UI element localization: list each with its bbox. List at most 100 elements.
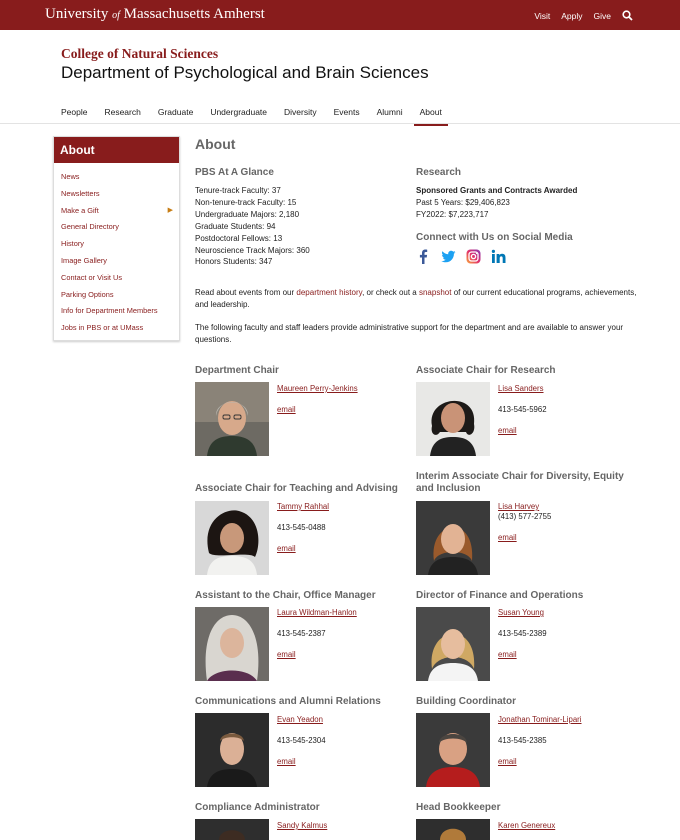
role-heading: Building Coordinator <box>416 696 516 707</box>
twitter-icon[interactable] <box>441 249 456 264</box>
person-name-link[interactable]: Lisa Harvey <box>498 502 539 511</box>
person-name-link[interactable]: Karen Genereux <box>498 821 555 830</box>
email-link[interactable]: email <box>498 533 517 542</box>
person-phone: 413-545-2387 <box>277 629 326 638</box>
research-heading: Research <box>416 167 462 178</box>
support-paragraph: The following faculty and staff leaders … <box>195 323 624 344</box>
research-line: FY2022: $7,223,717 <box>416 209 489 219</box>
sidebar-item-make-a-gift[interactable]: Make a Gift ▶ <box>54 203 179 220</box>
person-info: Tammy Rahhal 413-545-0488 email <box>277 502 329 553</box>
person-info: Maureen Perry-Jenkins email <box>277 384 358 414</box>
chevron-right-icon[interactable]: ▶ <box>168 203 173 220</box>
department-history-link[interactable]: department history <box>296 288 362 297</box>
person-name-link[interactable]: Laura Wildman-Hanlon <box>277 608 357 617</box>
email-link[interactable]: email <box>498 757 517 766</box>
role-heading: Associate Chair for Teaching and Advisin… <box>195 483 398 494</box>
sidebar: About News Newsletters Make a Gift ▶ Gene… <box>53 136 180 341</box>
staff-photo <box>416 382 490 456</box>
sidebar-item-label: Make a Gift <box>61 205 99 215</box>
glance-line: Postdoctoral Fellows: 13 <box>195 233 283 243</box>
sidebar-item-parking[interactable]: Parking Options <box>54 287 179 304</box>
department-title[interactable]: Department of Psychological and Brain Sc… <box>61 63 429 83</box>
search-icon[interactable] <box>622 10 633 21</box>
sidebar-item-image-gallery[interactable]: Image Gallery <box>54 253 179 270</box>
sidebar-item-newsletters[interactable]: Newsletters <box>54 186 179 203</box>
sidebar-item-news[interactable]: News <box>54 169 179 186</box>
brand-name: Massachusetts Amherst <box>123 6 265 22</box>
role-heading: Head Bookkeeper <box>416 802 501 813</box>
linkedin-icon[interactable] <box>491 249 506 264</box>
person-phone: 413-545-5962 <box>498 405 547 414</box>
staff-photo <box>195 382 269 456</box>
glance-line: Non-tenure-track Faculty: 15 <box>195 197 297 207</box>
glance-line: Tenure-track Faculty: 37 <box>195 186 281 195</box>
email-link[interactable]: email <box>277 757 296 766</box>
nav-divider <box>0 123 680 124</box>
staff-photo <box>416 501 490 575</box>
glance-line: Undergraduate Majors: 2,180 <box>195 209 300 219</box>
person-name-link[interactable]: Susan Young <box>498 608 544 617</box>
person-name-link[interactable]: Tammy Rahhal <box>277 502 329 511</box>
email-link[interactable]: email <box>498 650 517 659</box>
give-link[interactable]: Give <box>594 11 611 21</box>
person-info: Karen Genereux <box>498 821 555 830</box>
research-subheading: Sponsored Grants and Contracts Awarded <box>416 186 578 195</box>
university-logo[interactable]: University of Massachusetts Amherst <box>45 6 265 23</box>
person-phone: 413-545-2304 <box>277 736 326 745</box>
research-block: Sponsored Grants and Contracts Awarded P… <box>416 185 577 221</box>
facebook-icon[interactable] <box>416 249 431 264</box>
person-phone: 413-545-0488 <box>277 523 326 532</box>
person-name-link[interactable]: Sandy Kalmus <box>277 821 327 830</box>
staff-photo <box>195 819 269 840</box>
college-name[interactable]: College of Natural Sciences <box>61 46 218 62</box>
staff-photo <box>416 819 490 840</box>
intro-text: , or check out a <box>362 288 419 297</box>
snapshot-link[interactable]: snapshot <box>419 288 454 297</box>
sidebar-item-history[interactable]: History <box>54 236 179 253</box>
instagram-icon[interactable] <box>466 249 481 264</box>
staff-photo <box>195 501 269 575</box>
person-phone: (413) 577-2755 <box>498 512 552 521</box>
person-name-link[interactable]: Lisa Sanders <box>498 384 544 393</box>
role-heading: Assistant to the Chair, Office Manager <box>195 590 376 601</box>
email-link[interactable]: email <box>498 426 517 435</box>
person-phone: 413-545-2385 <box>498 736 547 745</box>
person-name-link[interactable]: Evan Yeadon <box>277 715 323 724</box>
apply-link[interactable]: Apply <box>561 11 582 21</box>
glance-line: Graduate Students: 94 <box>195 221 276 231</box>
person-info: Laura Wildman-Hanlon 413-545-2387 email <box>277 608 357 659</box>
role-heading: Communications and Alumni Relations <box>195 696 381 707</box>
glance-line: Honors Students: 347 <box>195 257 273 267</box>
person-info: Evan Yeadon 413-545-2304 email <box>277 715 326 766</box>
visit-link[interactable]: Visit <box>534 11 550 21</box>
glance-list: Tenure-track Faculty: 37 Non-tenure-trac… <box>195 185 310 268</box>
intro-paragraph: Read about events from our department hi… <box>195 287 640 311</box>
page-title: About <box>195 136 236 152</box>
role-heading: Compliance Administrator <box>195 802 320 813</box>
person-info: Lisa Sanders 413-545-5962 email <box>498 384 547 435</box>
email-link[interactable]: email <box>277 650 296 659</box>
staff-photo <box>416 713 490 787</box>
glance-heading: PBS At A Glance <box>195 167 274 178</box>
person-name-link[interactable]: Maureen Perry-Jenkins <box>277 384 358 393</box>
email-link[interactable]: email <box>277 405 296 414</box>
person-name-link[interactable]: Jonathan Tominar-Lipari <box>498 715 582 724</box>
role-heading: Associate Chair for Research <box>416 365 556 376</box>
sidebar-item-department-info[interactable]: Info for Department Members <box>54 303 179 320</box>
sidebar-item-general-directory[interactable]: General Directory <box>54 219 179 236</box>
social-links <box>416 249 506 264</box>
person-info: Susan Young 413-545-2389 email <box>498 608 547 659</box>
person-info: Lisa Harvey (413) 577-2755 email <box>498 502 551 542</box>
top-bar: University of Massachusetts Amherst Visi… <box>0 0 680 30</box>
person-phone: 413-545-2389 <box>498 629 547 638</box>
sidebar-title: About <box>54 137 179 163</box>
email-link[interactable]: email <box>277 544 296 553</box>
intro-text: Read about events from our <box>195 288 297 297</box>
role-heading: Director of Finance and Operations <box>416 590 584 601</box>
staff-photo <box>416 607 490 681</box>
sidebar-item-jobs[interactable]: Jobs in PBS or at UMass <box>54 320 179 337</box>
sidebar-item-contact[interactable]: Contact or Visit Us <box>54 270 179 287</box>
brand-of: of <box>112 10 120 21</box>
glance-line: Neuroscience Track Majors: 360 <box>195 245 310 255</box>
role-heading: Interim Associate Chair for Diversity, E… <box>416 471 624 494</box>
